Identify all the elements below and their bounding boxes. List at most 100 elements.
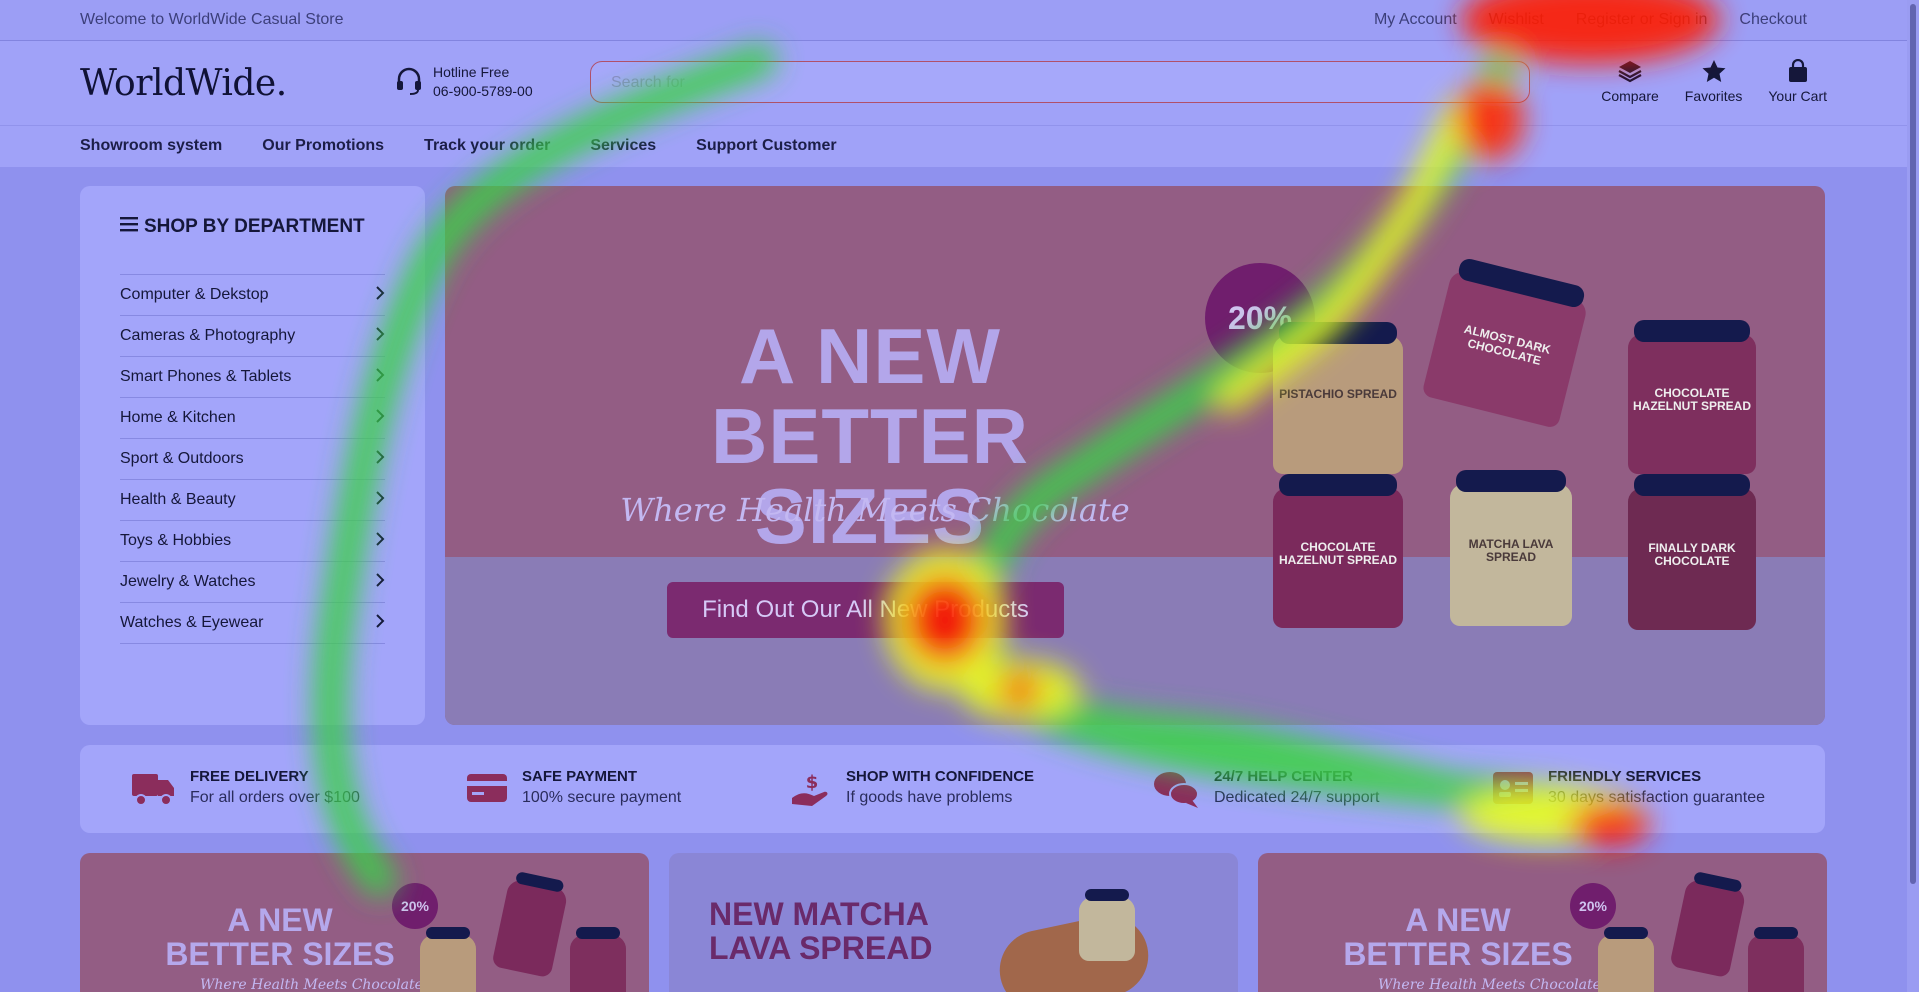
product-jar: [570, 927, 626, 992]
hero-headline-line2: BETTER SIZES: [711, 392, 1029, 560]
register-signin-link[interactable]: Register or Sign in: [1576, 11, 1708, 29]
promo-badge: 20%: [1570, 883, 1616, 929]
department-item[interactable]: Health & Beauty: [120, 480, 385, 521]
feature-shop-confidence: $ SHOP WITH CONFIDENCE If goods have prob…: [790, 768, 1034, 815]
product-jar: MATCHA LAVA SPREAD: [1450, 470, 1572, 626]
star-icon: [1701, 59, 1727, 88]
hero-cta-button[interactable]: Find Out Our All New Products: [667, 582, 1064, 638]
chevron-right-icon: [375, 449, 385, 469]
hotline: Hotline Free 06-900-5789-00: [393, 63, 533, 101]
department-label: Home & Kitchen: [120, 409, 236, 426]
top-bar: Welcome to WorldWide Casual Store My Acc…: [0, 0, 1907, 41]
hotline-label: Hotline Free: [433, 64, 510, 80]
department-label: Toys & Hobbies: [120, 532, 232, 549]
chevron-right-icon: [375, 408, 385, 428]
page-scrollbar[interactable]: [1907, 0, 1919, 992]
department-label: Smart Phones & Tablets: [120, 368, 292, 385]
product-jar: CHOCOLATE HAZELNUT SPREAD: [1628, 320, 1756, 474]
chevron-right-icon: [375, 285, 385, 305]
chat-bubbles-icon: [1152, 768, 1200, 815]
favorites-button[interactable]: Favorites: [1685, 59, 1742, 104]
logo[interactable]: WorldWide.: [80, 63, 287, 104]
department-item[interactable]: Watches & Eyewear: [120, 603, 385, 644]
department-item[interactable]: Home & Kitchen: [120, 398, 385, 439]
promo-badge: 20%: [392, 883, 438, 929]
department-sidebar: SHOP BY DEPARTMENT Computer & Dekstop Ca…: [80, 186, 425, 725]
compare-label: Compare: [1601, 88, 1659, 104]
department-list: Computer & Dekstop Cameras & Photography…: [120, 274, 385, 644]
product-jar: [1598, 927, 1654, 992]
feature-desc: Dedicated 24/7 support: [1214, 789, 1380, 806]
hero-table-surface: [445, 557, 1825, 725]
feature-title: 24/7 HELP CENTER: [1214, 768, 1353, 785]
feature-help-center: 24/7 HELP CENTER Dedicated 24/7 support: [1152, 768, 1379, 815]
search-box[interactable]: [590, 61, 1530, 104]
jar-label: FINALLY DARK CHOCOLATE: [1648, 540, 1736, 568]
feature-desc: 30 days satisfaction guarantee: [1548, 789, 1766, 806]
my-account-link[interactable]: My Account: [1374, 11, 1457, 29]
hotline-number[interactable]: 06-900-5789-00: [433, 82, 533, 101]
feature-desc: For all orders over $100: [190, 789, 360, 806]
svg-text:$: $: [806, 772, 819, 793]
department-item[interactable]: Sport & Outdoors: [120, 439, 385, 480]
department-label: Computer & Dekstop: [120, 286, 269, 303]
department-item[interactable]: Cameras & Photography: [120, 316, 385, 357]
feature-free-delivery: FREE DELIVERY For all orders over $100: [130, 768, 360, 813]
features-strip: FREE DELIVERY For all orders over $100 SA…: [80, 745, 1825, 833]
feature-friendly-services: FRIENDLY SERVICES 30 days satisfaction gu…: [1492, 768, 1765, 813]
hamburger-icon: [120, 216, 138, 238]
layers-icon: [1617, 59, 1643, 88]
department-heading[interactable]: SHOP BY DEPARTMENT: [120, 216, 365, 238]
jar-label: CHOCOLATE HAZELNUT SPREAD: [1632, 386, 1751, 414]
chevron-right-icon: [375, 326, 385, 346]
promo-line1: NEW MATCHA: [709, 896, 929, 932]
promo-card[interactable]: NEW MATCHA LAVA SPREAD: [669, 853, 1238, 992]
cart-button[interactable]: Your Cart: [1768, 58, 1827, 104]
nav-track-order[interactable]: Track your order: [424, 137, 550, 155]
headset-icon: [393, 64, 425, 101]
cart-label: Your Cart: [1768, 88, 1827, 104]
feature-safe-payment: SAFE PAYMENT 100% secure payment: [466, 768, 681, 813]
scrollbar-thumb[interactable]: [1910, 4, 1916, 884]
truck-icon: [130, 768, 176, 813]
product-jar: CHOCOLATE HAZELNUT SPREAD: [1273, 474, 1403, 628]
department-item[interactable]: Smart Phones & Tablets: [120, 357, 385, 398]
feature-desc: 100% secure payment: [522, 789, 682, 806]
department-item[interactable]: Jewelry & Watches: [120, 562, 385, 603]
bag-icon: [1785, 58, 1811, 88]
feature-title: SAFE PAYMENT: [522, 768, 638, 785]
chevron-right-icon: [375, 367, 385, 387]
nav-support-customer[interactable]: Support Customer: [696, 137, 836, 155]
chevron-right-icon: [375, 613, 385, 633]
main-nav: Showroom system Our Promotions Track you…: [0, 125, 1907, 167]
promo-subtitle: Where Health Meets Chocolate: [200, 977, 423, 992]
hero-tagline: Where Health Meets Chocolate: [620, 491, 1130, 529]
nav-showroom-system[interactable]: Showroom system: [80, 137, 222, 155]
product-jar: [1669, 871, 1747, 979]
feature-title: FREE DELIVERY: [190, 768, 309, 785]
hero-banner[interactable]: A NEW BETTER SIZES Where Health Meets Ch…: [445, 186, 1825, 725]
chevron-right-icon: [375, 572, 385, 592]
search-input[interactable]: [591, 62, 1458, 104]
jar-label: ALMOST DARK CHOCOLATE: [1462, 322, 1553, 369]
department-item[interactable]: Computer & Dekstop: [120, 274, 385, 316]
checkout-link[interactable]: Checkout: [1739, 11, 1807, 29]
welcome-text: Welcome to WorldWide Casual Store: [80, 11, 344, 28]
product-jar: [491, 871, 569, 979]
product-jar: PISTACHIO SPREAD: [1273, 322, 1403, 474]
wishlist-link[interactable]: Wishlist: [1489, 11, 1544, 29]
promo-card[interactable]: A NEW BETTER SIZES Where Health Meets Ch…: [80, 853, 649, 992]
jar-label: PISTACHIO SPREAD: [1279, 387, 1397, 402]
promo-line2: BETTER SIZES: [165, 936, 395, 972]
product-jar: [1748, 927, 1804, 992]
product-jar: ALMOST DARK CHOCOLATE: [1421, 256, 1589, 430]
department-label: Watches & Eyewear: [120, 614, 264, 631]
top-links: My Account Wishlist Register or Sign in …: [1374, 11, 1807, 29]
compare-button[interactable]: Compare: [1601, 59, 1659, 104]
promo-card[interactable]: A NEW BETTER SIZES Where Health Meets Ch…: [1258, 853, 1827, 992]
nav-our-promotions[interactable]: Our Promotions: [262, 137, 384, 155]
department-title: SHOP BY DEPARTMENT: [144, 216, 365, 237]
nav-services[interactable]: Services: [590, 137, 656, 155]
department-label: Health & Beauty: [120, 491, 236, 508]
department-item[interactable]: Toys & Hobbies: [120, 521, 385, 562]
